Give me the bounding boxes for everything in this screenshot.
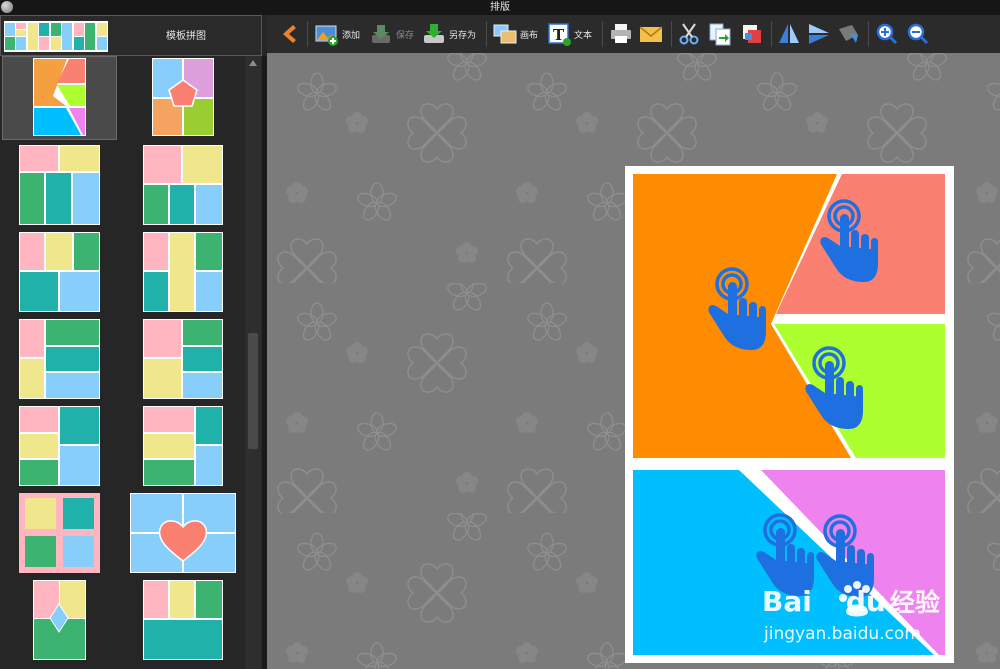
zoom-out-button[interactable]	[905, 19, 931, 49]
canvas-button[interactable]: 画布	[492, 19, 538, 49]
template-item[interactable]	[143, 319, 223, 399]
copy-button[interactable]	[707, 19, 733, 49]
template-sidebar: 模板拼图	[0, 15, 267, 669]
scroll-up-arrow-icon[interactable]	[249, 60, 257, 66]
flip-vertical-icon	[779, 24, 799, 43]
template-item[interactable]	[130, 493, 236, 573]
toolbar-separator	[602, 21, 603, 47]
watermark-brand: Bai du 经验	[762, 583, 1000, 623]
toolbar-separator	[868, 21, 869, 47]
template-item[interactable]	[33, 580, 86, 660]
toolbar-separator	[671, 21, 672, 47]
scrollbar-thumb[interactable]	[248, 333, 258, 449]
envelope-icon	[639, 26, 663, 42]
template-item[interactable]	[143, 145, 223, 225]
template-category-thumbnail	[4, 21, 108, 52]
flip-vertical-button[interactable]	[776, 19, 802, 49]
watermark-brand-b: du	[845, 585, 886, 618]
canvas-label: 画布	[520, 30, 539, 41]
template-item[interactable]	[19, 406, 100, 486]
email-button[interactable]	[638, 19, 664, 49]
rotate-button[interactable]	[836, 19, 862, 49]
save-button[interactable]: 保存	[368, 19, 414, 49]
layers-icon	[743, 25, 761, 43]
zoom-in-button[interactable]	[874, 19, 900, 49]
template-list	[0, 56, 245, 669]
save-as-button[interactable]: 另存为	[421, 19, 476, 49]
add-label: 添加	[342, 30, 361, 41]
zoom-in-icon	[876, 23, 898, 45]
template-item[interactable]	[33, 58, 86, 136]
toolbar-separator	[486, 21, 487, 47]
text-button[interactable]: T 文本	[546, 19, 592, 49]
back-button[interactable]	[275, 19, 301, 49]
template-item[interactable]	[143, 406, 223, 486]
template-item[interactable]	[19, 145, 100, 225]
template-category-label: 模板拼图	[166, 31, 206, 42]
toolbar-separator	[771, 21, 772, 47]
template-item[interactable]	[143, 580, 223, 660]
text-label: 文本	[574, 30, 593, 41]
back-arrow-icon	[283, 25, 296, 43]
template-item[interactable]	[19, 493, 100, 573]
save-as-label: 另存为	[449, 30, 477, 41]
template-item[interactable]	[19, 232, 100, 312]
add-image-icon	[315, 25, 338, 46]
save-as-icon	[424, 24, 444, 43]
add-button[interactable]: 添加	[314, 19, 360, 49]
template-item[interactable]	[152, 58, 214, 136]
rotate-icon	[839, 25, 858, 43]
layer-button[interactable]	[739, 19, 765, 49]
title-bar: 排版	[0, 0, 1000, 15]
template-item[interactable]	[19, 319, 100, 399]
save-disk-icon	[372, 25, 390, 43]
text-tool-icon: T	[548, 23, 571, 46]
cut-button[interactable]	[676, 19, 702, 49]
canvas-icon	[493, 24, 517, 44]
flip-horizontal-icon	[809, 24, 829, 44]
watermark-brand-a: Bai	[762, 585, 812, 618]
toolbar-separator	[307, 21, 308, 47]
canvas-workspace[interactable]: Bai du 经验 jingyan.baidu.com	[267, 53, 1000, 669]
watermark-url: jingyan.baidu.com	[764, 624, 921, 644]
zoom-out-icon	[907, 23, 929, 45]
main-toolbar: 添加 保存 另存为 画布 T 文本	[267, 15, 1000, 53]
scissors-icon	[679, 23, 699, 45]
template-list-scrollbar[interactable]	[245, 56, 261, 669]
window-title: 排版	[490, 2, 510, 13]
save-label: 保存	[396, 30, 415, 41]
printer-icon	[611, 24, 631, 43]
copy-page-icon	[709, 23, 731, 46]
print-button[interactable]	[608, 19, 634, 49]
flip-horizontal-button[interactable]	[806, 19, 832, 49]
watermark-brand-cn: 经验	[889, 588, 940, 617]
template-category-tab[interactable]: 模板拼图	[0, 15, 262, 56]
template-item[interactable]	[143, 232, 223, 312]
